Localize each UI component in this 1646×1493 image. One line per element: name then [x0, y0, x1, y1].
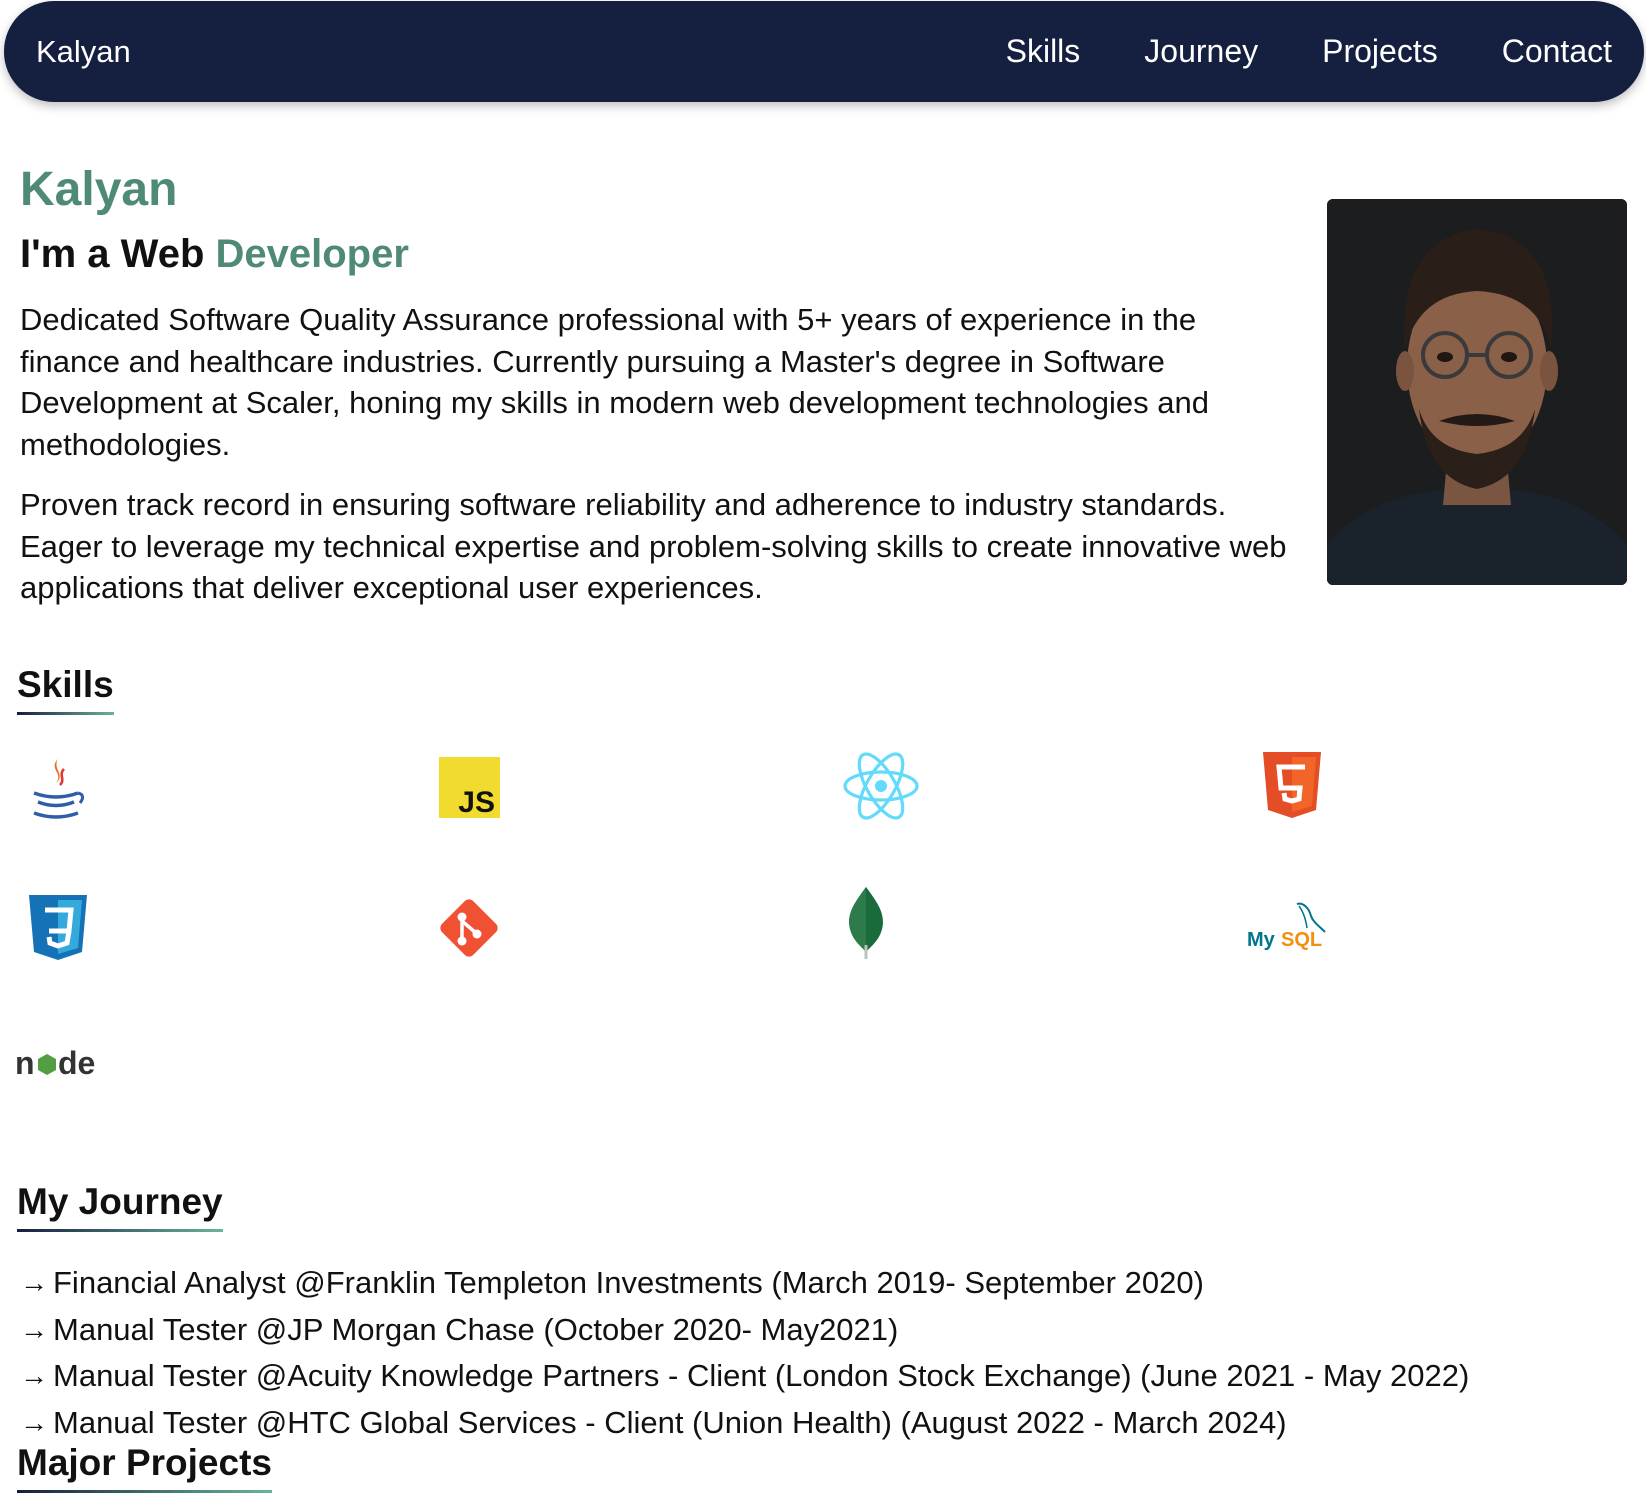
profile-photo	[1327, 199, 1627, 585]
nodejs-icon: n de	[15, 1040, 99, 1080]
arrow-right-icon: →	[20, 1313, 48, 1345]
bio-paragraph-2: Proven track record in ensuring software…	[20, 487, 1287, 605]
brand-link[interactable]: Kalyan	[36, 34, 131, 70]
arrow-right-icon: →	[20, 1267, 48, 1298]
mysql-label-my: My	[1247, 929, 1276, 951]
java-icon	[24, 755, 88, 823]
mysql-label-sql: SQL	[1281, 929, 1322, 951]
nav-link-projects[interactable]: Projects	[1322, 33, 1438, 70]
react-icon	[842, 749, 920, 823]
node-label-de: de	[58, 1045, 95, 1080]
css3-icon	[29, 895, 87, 961]
journey-item-text: Manual Tester @Acuity Knowledge Partners…	[53, 1358, 1470, 1394]
journey-item: → Manual Tester @JP Morgan Chase (October…	[20, 1307, 1469, 1354]
role-accent: Developer	[215, 232, 409, 276]
journey-item: → Financial Analyst @Franklin Templeton I…	[20, 1260, 1469, 1307]
projects-section-title: Major Projects	[17, 1442, 272, 1493]
mongodb-icon	[846, 887, 886, 959]
skills-section-title: Skills	[17, 664, 114, 715]
mysql-icon: My SQL	[1245, 900, 1329, 952]
hero-role: I'm a Web Developer	[20, 232, 409, 277]
journey-item: → Manual Tester @Acuity Knowledge Partner…	[20, 1353, 1469, 1400]
bio-paragraph-1: Dedicated Software Quality Assurance pro…	[20, 302, 1210, 462]
arrow-right-icon: →	[20, 1407, 48, 1439]
journey-list: → Financial Analyst @Franklin Templeton I…	[20, 1260, 1469, 1447]
navbar: Kalyan Skills Journey Projects Contact	[4, 1, 1644, 102]
hero-name: Kalyan	[20, 163, 178, 216]
journey-item-text: Financial Analyst @Franklin Templeton In…	[53, 1265, 1204, 1300]
git-icon	[436, 895, 502, 961]
nav-link-skills[interactable]: Skills	[1006, 33, 1081, 70]
nav-link-contact[interactable]: Contact	[1502, 33, 1612, 70]
node-label-n: n	[15, 1045, 35, 1080]
role-prefix: I'm a Web	[20, 232, 216, 276]
journey-item-text: Manual Tester @JP Morgan Chase (October …	[53, 1311, 899, 1347]
arrow-right-icon: →	[20, 1360, 48, 1392]
journey-section-title: My Journey	[17, 1181, 223, 1232]
nav-links: Skills Journey Projects Contact	[1006, 33, 1612, 70]
html5-icon	[1263, 752, 1321, 819]
js-label: JS	[458, 786, 495, 818]
nav-link-journey[interactable]: Journey	[1144, 33, 1258, 70]
journey-item-text: Manual Tester @HTC Global Services - Cli…	[53, 1405, 1287, 1441]
javascript-icon: JS	[439, 757, 500, 818]
journey-item: → Manual Tester @HTC Global Services - Cl…	[20, 1400, 1469, 1447]
